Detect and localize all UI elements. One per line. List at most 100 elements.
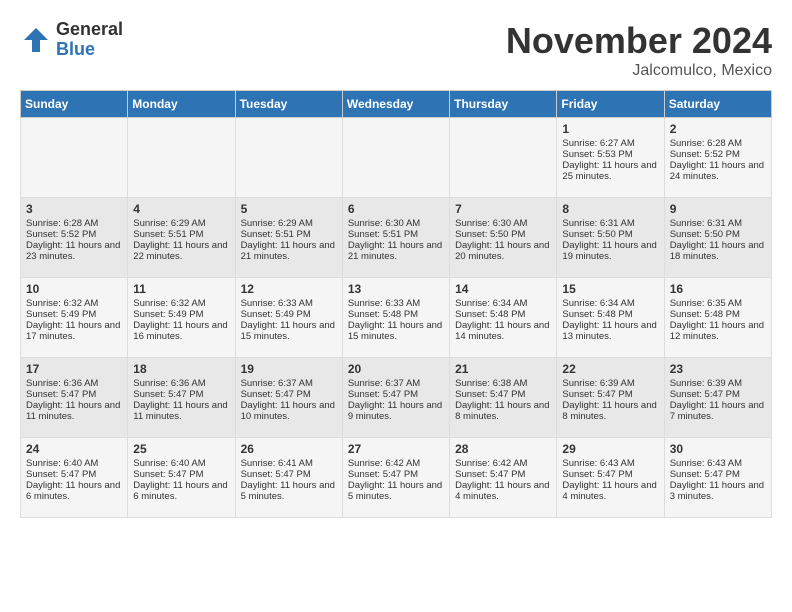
day-number: 3 bbox=[26, 202, 122, 216]
calendar-cell: 6Sunrise: 6:30 AMSunset: 5:51 PMDaylight… bbox=[342, 198, 449, 278]
day-header-sunday: Sunday bbox=[21, 91, 128, 118]
sunset-text: Sunset: 5:47 PM bbox=[241, 469, 337, 480]
sunrise-text: Sunrise: 6:40 AM bbox=[26, 458, 122, 469]
day-number: 21 bbox=[455, 362, 551, 376]
sunrise-text: Sunrise: 6:32 AM bbox=[26, 298, 122, 309]
day-number: 1 bbox=[562, 122, 658, 136]
daylight-text: Daylight: 11 hours and 13 minutes. bbox=[562, 320, 658, 342]
daylight-text: Daylight: 11 hours and 6 minutes. bbox=[133, 480, 229, 502]
calendar-body: 1 Sunrise: 6:27 AMSunset: 5:53 PM Daylight… bbox=[21, 118, 772, 518]
daylight-text: Daylight: 11 hours and 22 minutes. bbox=[133, 240, 229, 262]
sunrise-text: Sunrise: 6:33 AM bbox=[348, 298, 444, 309]
sunrise-text: Sunrise: 6:28 AM bbox=[26, 218, 122, 229]
daylight-text: Daylight: 11 hours and 21 minutes. bbox=[241, 240, 337, 262]
sunrise-text: Sunrise: 6:34 AM bbox=[455, 298, 551, 309]
sunset-text: Sunset: 5:50 PM bbox=[670, 229, 766, 240]
sunrise-text: Sunrise: 6:27 AM bbox=[562, 138, 658, 149]
daylight-text: Daylight: 11 hours and 4 minutes. bbox=[562, 480, 658, 502]
calendar-cell bbox=[21, 118, 128, 198]
day-number: 26 bbox=[241, 442, 337, 456]
sunset-text: Sunset: 5:47 PM bbox=[26, 469, 122, 480]
sunrise-text: Sunrise: 6:38 AM bbox=[455, 378, 551, 389]
calendar-header: SundayMondayTuesdayWednesdayThursdayFrid… bbox=[21, 91, 772, 118]
calendar-cell: 8Sunrise: 6:31 AMSunset: 5:50 PMDaylight… bbox=[557, 198, 664, 278]
daylight-text: Daylight: 11 hours and 15 minutes. bbox=[348, 320, 444, 342]
daylight-text: Daylight: 11 hours and 7 minutes. bbox=[670, 400, 766, 422]
daylight-text: Daylight: 11 hours and 6 minutes. bbox=[26, 480, 122, 502]
daylight-text: Daylight: 11 hours and 24 minutes. bbox=[670, 160, 766, 182]
calendar-cell: 3 Sunrise: 6:28 AMSunset: 5:52 PMDaylight… bbox=[21, 198, 128, 278]
day-number: 19 bbox=[241, 362, 337, 376]
calendar-week-4: 17Sunrise: 6:36 AMSunset: 5:47 PMDayligh… bbox=[21, 358, 772, 438]
sunset-text: Sunset: 5:47 PM bbox=[562, 389, 658, 400]
sunset-text: Sunset: 5:48 PM bbox=[455, 309, 551, 320]
sunrise-text: Sunrise: 6:40 AM bbox=[133, 458, 229, 469]
daylight-text: Daylight: 11 hours and 11 minutes. bbox=[133, 400, 229, 422]
sunset-text: Sunset: 5:53 PM bbox=[562, 149, 658, 160]
calendar-cell: 29Sunrise: 6:43 AMSunset: 5:47 PMDayligh… bbox=[557, 438, 664, 518]
calendar-cell: 19Sunrise: 6:37 AMSunset: 5:47 PMDayligh… bbox=[235, 358, 342, 438]
calendar-cell: 11Sunrise: 6:32 AMSunset: 5:49 PMDayligh… bbox=[128, 278, 235, 358]
calendar-cell: 21 Sunrise: 6:38 AMSunset: 5:47 PMDayligh… bbox=[450, 358, 557, 438]
calendar-cell bbox=[235, 118, 342, 198]
day-number: 18 bbox=[133, 362, 229, 376]
day-number: 23 bbox=[670, 362, 766, 376]
sunset-text: Sunset: 5:52 PM bbox=[670, 149, 766, 160]
calendar-cell: 25Sunrise: 6:40 AMSunset: 5:47 PMDayligh… bbox=[128, 438, 235, 518]
sunrise-text: Sunrise: 6:29 AM bbox=[133, 218, 229, 229]
sunrise-text: Sunrise: 6:42 AM bbox=[348, 458, 444, 469]
sunset-text: Sunset: 5:49 PM bbox=[133, 309, 229, 320]
sunset-text: Sunset: 5:50 PM bbox=[562, 229, 658, 240]
sunrise-text: Sunrise: 6:30 AM bbox=[455, 218, 551, 229]
day-number: 30 bbox=[670, 442, 766, 456]
day-number: 4 bbox=[133, 202, 229, 216]
logo-general: General bbox=[56, 20, 123, 40]
daylight-text: Daylight: 11 hours and 11 minutes. bbox=[26, 400, 122, 422]
calendar-cell: 4Sunrise: 6:29 AMSunset: 5:51 PMDaylight… bbox=[128, 198, 235, 278]
calendar-table: SundayMondayTuesdayWednesdayThursdayFrid… bbox=[20, 90, 772, 518]
sunset-text: Sunset: 5:47 PM bbox=[670, 389, 766, 400]
month-title: November 2024 bbox=[506, 20, 772, 62]
calendar-week-1: 1 Sunrise: 6:27 AMSunset: 5:53 PM Daylight… bbox=[21, 118, 772, 198]
calendar-cell: 12Sunrise: 6:33 AMSunset: 5:49 PMDayligh… bbox=[235, 278, 342, 358]
calendar-week-5: 24Sunrise: 6:40 AMSunset: 5:47 PMDayligh… bbox=[21, 438, 772, 518]
calendar-cell: 24 Sunrise: 6:40 AMSunset: 5:47 PMDayligh… bbox=[21, 438, 128, 518]
daylight-text: Daylight: 11 hours and 8 minutes. bbox=[455, 400, 551, 422]
day-number: 24 bbox=[26, 442, 122, 456]
daylight-text: Daylight: 11 hours and 17 minutes. bbox=[26, 320, 122, 342]
logo-blue: Blue bbox=[56, 40, 123, 60]
calendar-cell bbox=[450, 118, 557, 198]
day-number: 9 bbox=[670, 202, 766, 216]
daylight-text: Daylight: 11 hours and 5 minutes. bbox=[348, 480, 444, 502]
daylight-text: Daylight: 11 hours and 21 minutes. bbox=[348, 240, 444, 262]
sunset-text: Sunset: 5:47 PM bbox=[348, 469, 444, 480]
sunrise-text: Sunrise: 6:41 AM bbox=[241, 458, 337, 469]
sunset-text: Sunset: 5:47 PM bbox=[455, 389, 551, 400]
sunset-text: Sunset: 5:47 PM bbox=[241, 389, 337, 400]
sunset-text: Sunset: 5:47 PM bbox=[26, 389, 122, 400]
calendar-cell: 7Sunrise: 6:30 AMSunset: 5:50 PMDaylight… bbox=[450, 198, 557, 278]
sunset-text: Sunset: 5:48 PM bbox=[670, 309, 766, 320]
sunrise-text: Sunrise: 6:28 AM bbox=[670, 138, 766, 149]
logo: General Blue bbox=[20, 20, 123, 60]
daylight-text: Daylight: 11 hours and 5 minutes. bbox=[241, 480, 337, 502]
sunset-text: Sunset: 5:51 PM bbox=[348, 229, 444, 240]
daylight-text: Daylight: 11 hours and 23 minutes. bbox=[26, 240, 122, 262]
sunset-text: Sunset: 5:47 PM bbox=[455, 469, 551, 480]
page-header: General Blue November 2024 Jalcomulco, M… bbox=[20, 20, 772, 80]
day-number: 13 bbox=[348, 282, 444, 296]
day-number: 8 bbox=[562, 202, 658, 216]
sunset-text: Sunset: 5:50 PM bbox=[455, 229, 551, 240]
sunset-text: Sunset: 5:52 PM bbox=[26, 229, 122, 240]
day-number: 14 bbox=[455, 282, 551, 296]
sunrise-text: Sunrise: 6:36 AM bbox=[26, 378, 122, 389]
sunrise-text: Sunrise: 6:42 AM bbox=[455, 458, 551, 469]
day-number: 15 bbox=[562, 282, 658, 296]
calendar-cell: 17Sunrise: 6:36 AMSunset: 5:47 PMDayligh… bbox=[21, 358, 128, 438]
day-number: 5 bbox=[241, 202, 337, 216]
day-number: 20 bbox=[348, 362, 444, 376]
calendar-cell: 16Sunrise: 6:35 AMSunset: 5:48 PMDayligh… bbox=[664, 278, 771, 358]
day-number: 10 bbox=[26, 282, 122, 296]
daylight-text: Daylight: 11 hours and 20 minutes. bbox=[455, 240, 551, 262]
day-header-tuesday: Tuesday bbox=[235, 91, 342, 118]
